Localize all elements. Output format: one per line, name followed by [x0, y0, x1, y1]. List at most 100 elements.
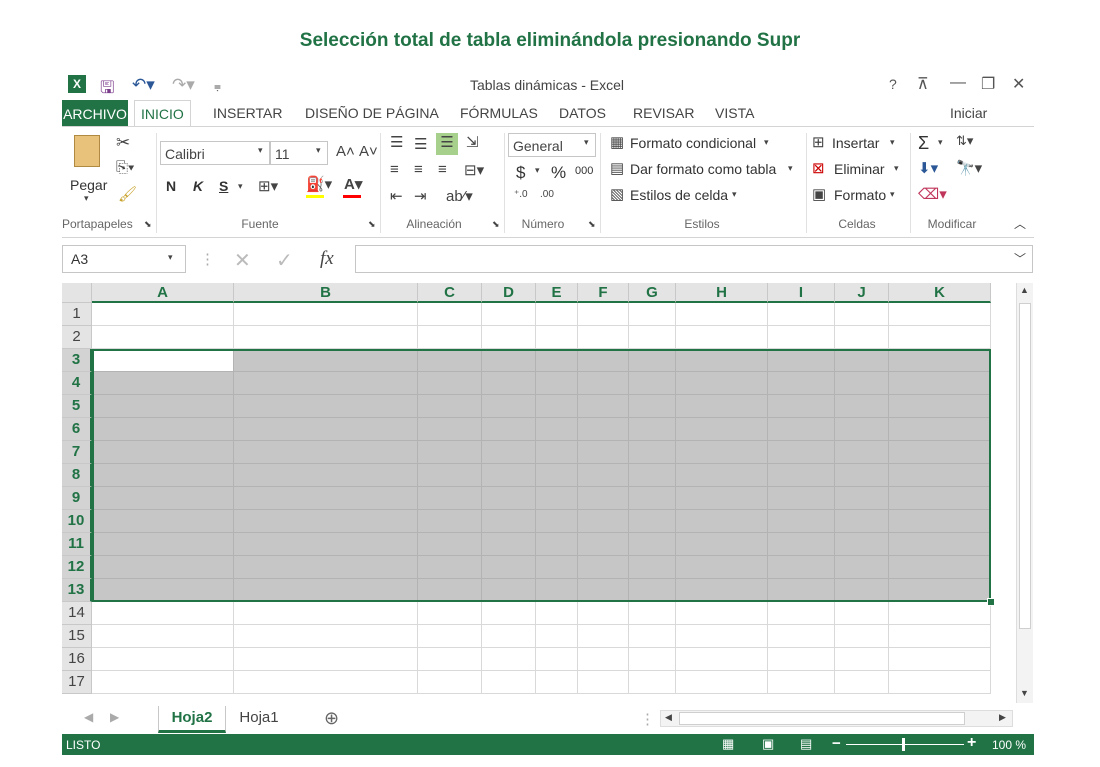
collapse-ribbon-icon[interactable]: ︿	[1014, 215, 1026, 232]
cell-c14[interactable]	[418, 602, 482, 625]
cell-k2[interactable]	[889, 326, 991, 349]
normal-view-icon[interactable]: ▦	[722, 736, 736, 751]
page-break-view-icon[interactable]: ▤	[800, 736, 812, 752]
cell-e1[interactable]	[536, 303, 578, 326]
row-header-7[interactable]: 7	[62, 441, 92, 464]
orientation-icon[interactable]: ab⁄▾	[446, 187, 473, 205]
number-format-dropdown-icon[interactable]: ▾	[584, 137, 589, 148]
horizontal-scroll-thumb[interactable]	[679, 712, 965, 725]
scroll-down-icon[interactable]: ▼	[1020, 688, 1029, 698]
cell-h1[interactable]	[676, 303, 768, 326]
cell-i2[interactable]	[768, 326, 835, 349]
cell-h16[interactable]	[676, 648, 768, 671]
cell-g15[interactable]	[629, 625, 676, 648]
fill-icon[interactable]: ⬇▾	[918, 159, 938, 177]
copy-icon[interactable]: ⎘▾	[116, 159, 134, 176]
row-header-11[interactable]: 11	[62, 533, 92, 556]
formula-input[interactable]	[355, 245, 1033, 273]
tab-revisar[interactable]: REVISAR	[627, 100, 700, 126]
conditional-format-icon[interactable]: ▦	[610, 133, 624, 151]
cell-g16[interactable]	[629, 648, 676, 671]
tab-inicio[interactable]: INICIO	[134, 100, 191, 127]
font-launcher-icon[interactable]: ⬊	[368, 219, 376, 230]
signin-link[interactable]: Iniciar sesión	[950, 100, 1028, 126]
cell-h15[interactable]	[676, 625, 768, 648]
zoom-level[interactable]: 100 %	[992, 738, 1026, 752]
font-color-icon[interactable]: A▾	[344, 175, 362, 193]
column-header-b[interactable]: B	[234, 283, 418, 303]
cell-b16[interactable]	[234, 648, 418, 671]
row-header-16[interactable]: 16	[62, 648, 92, 671]
cell-f15[interactable]	[578, 625, 629, 648]
new-sheet-icon[interactable]: ⊕	[324, 708, 339, 729]
row-header-17[interactable]: 17	[62, 671, 92, 694]
merge-center-icon[interactable]: ⊟▾	[464, 161, 484, 179]
cell-k14[interactable]	[889, 602, 991, 625]
cell-d17[interactable]	[482, 671, 536, 694]
column-header-j[interactable]: J	[835, 283, 889, 303]
row-header-9[interactable]: 9	[62, 487, 92, 510]
font-name-dropdown-icon[interactable]: ▾	[258, 145, 263, 156]
cell-b2[interactable]	[234, 326, 418, 349]
format-as-table-dropdown-icon[interactable]: ▾	[788, 163, 793, 174]
horizontal-scrollbar[interactable]: ◀ ▶	[660, 710, 1013, 727]
customize-quick-access-icon[interactable]: ⩦	[214, 79, 221, 94]
paste-dropdown-icon[interactable]: ▾	[84, 193, 89, 204]
format-painter-icon[interactable]: 🖌	[118, 185, 137, 203]
align-left-icon[interactable]: ≡	[390, 161, 399, 178]
cell-h17[interactable]	[676, 671, 768, 694]
ribbon-display-options-icon[interactable]: ⊼	[917, 74, 929, 94]
insert-cells-icon[interactable]: ⊞	[812, 133, 825, 151]
cell-d2[interactable]	[482, 326, 536, 349]
cell-i14[interactable]	[768, 602, 835, 625]
align-middle-icon[interactable]: ☰	[414, 135, 427, 153]
conditional-format-dropdown-icon[interactable]: ▾	[764, 137, 769, 148]
column-header-g[interactable]: G	[629, 283, 676, 303]
column-header-c[interactable]: C	[418, 283, 482, 303]
row-header-3[interactable]: 3	[62, 349, 92, 372]
decrease-decimal-icon[interactable]: .00	[540, 189, 554, 200]
cell-a14[interactable]	[92, 602, 234, 625]
clear-icon[interactable]: ⌫▾	[918, 185, 947, 203]
cell-h14[interactable]	[676, 602, 768, 625]
cell-styles-dropdown-icon[interactable]: ▾	[732, 189, 737, 200]
expand-formula-bar-icon[interactable]: ﹀	[1014, 250, 1026, 267]
tab-formulas[interactable]: FÓRMULAS	[454, 100, 544, 126]
row-header-2[interactable]: 2	[62, 326, 92, 349]
cell-c1[interactable]	[418, 303, 482, 326]
cell-f2[interactable]	[578, 326, 629, 349]
prev-sheet-icon[interactable]: ◀	[84, 710, 93, 724]
cell-e2[interactable]	[536, 326, 578, 349]
row-header-6[interactable]: 6	[62, 418, 92, 441]
cancel-entry-icon[interactable]: ✕	[234, 248, 251, 273]
zoom-out-icon[interactable]: −	[832, 735, 841, 752]
format-cells-icon[interactable]: ▣	[812, 185, 826, 203]
zoom-in-icon[interactable]: +	[967, 734, 976, 752]
format-dropdown-icon[interactable]: ▾	[890, 189, 895, 200]
font-name-select[interactable]: Calibri	[160, 141, 270, 165]
worksheet-grid[interactable]: A B C D E F G H I J K 1 2 3 4 5 6 7 8 9 10 11 12 13 14 15 16 17 ▲ ▼	[62, 283, 1034, 703]
format-as-table-icon[interactable]: ▤	[610, 159, 624, 177]
zoom-slider-thumb[interactable]	[902, 738, 905, 751]
tab-diseno-pagina[interactable]: DISEÑO DE PÁGINA	[299, 100, 445, 126]
cell-j16[interactable]	[835, 648, 889, 671]
scroll-right-icon[interactable]: ▶	[999, 712, 1006, 723]
cell-b17[interactable]	[234, 671, 418, 694]
cell-i1[interactable]	[768, 303, 835, 326]
cell-a15[interactable]	[92, 625, 234, 648]
cell-d1[interactable]	[482, 303, 536, 326]
column-header-k[interactable]: K	[889, 283, 991, 303]
cell-styles-button[interactable]: Estilos de celda	[630, 187, 728, 203]
cell-b15[interactable]	[234, 625, 418, 648]
fill-color-icon[interactable]: ⛽▾	[306, 175, 332, 193]
cell-c16[interactable]	[418, 648, 482, 671]
column-header-a[interactable]: A	[92, 283, 234, 303]
cell-d14[interactable]	[482, 602, 536, 625]
cell-f1[interactable]	[578, 303, 629, 326]
sheet-tab-hoja1[interactable]: Hoja1	[226, 706, 292, 730]
column-header-h[interactable]: H	[676, 283, 768, 303]
cell-h2[interactable]	[676, 326, 768, 349]
borders-icon[interactable]: ⊞▾	[258, 177, 278, 195]
cell-j14[interactable]	[835, 602, 889, 625]
cell-j15[interactable]	[835, 625, 889, 648]
